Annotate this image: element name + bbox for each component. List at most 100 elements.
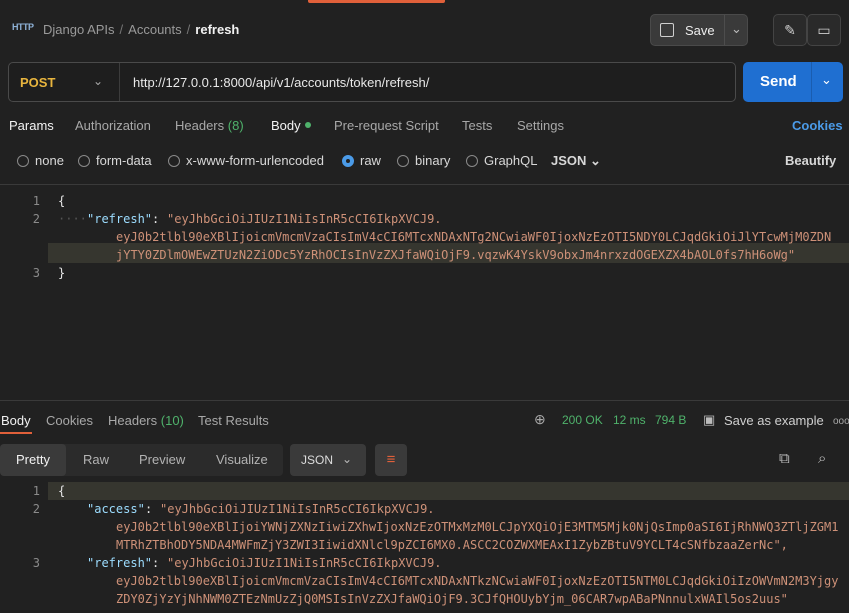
method-select[interactable]: POST (20, 75, 55, 90)
view-preview[interactable]: Preview (139, 452, 185, 467)
radio-circle-selected (342, 155, 354, 167)
tab-body-label: Body (271, 118, 301, 133)
request-tabs: Params Authorization Headers (8) Body Pr… (0, 118, 849, 136)
radio-label: form-data (96, 153, 152, 168)
radio-circle (168, 155, 180, 167)
json-value: eyJ0b2tlbl90eXBlIjoicmVmcmVzaCIsImV4cCI6… (116, 574, 839, 588)
body-indicator-dot (304, 122, 311, 128)
save-icon (660, 23, 674, 37)
radio-none[interactable]: none (17, 153, 64, 168)
chevron-down-icon[interactable]: ⌄ (821, 72, 832, 88)
save-label: Save (685, 23, 715, 38)
view-visualize[interactable]: Visualize (216, 452, 268, 467)
tab-headers-label: Headers (175, 118, 225, 133)
radio-binary[interactable]: binary (397, 153, 450, 168)
request-header: HTTP Django APIs / Accounts / refresh Save ⌄… (0, 8, 849, 52)
comments-button[interactable]: ▭ (807, 14, 841, 46)
breadcrumb-collection[interactable]: Django APIs (43, 22, 115, 37)
http-icon: HTTP (12, 22, 34, 32)
tab-headers[interactable]: Headers (8) (175, 118, 244, 133)
format-dropdown[interactable]: JSON ⌄ (551, 153, 601, 169)
wrap-icon: ≡ (386, 451, 396, 468)
json-value: "eyJhbGciOiJIUzI1NiIsInR5cCI6IkpXVCJ9. (167, 556, 442, 570)
response-size[interactable]: 794 B (655, 413, 686, 427)
json-key: "refresh" (87, 556, 153, 570)
tab-body[interactable]: Body (271, 118, 311, 133)
radio-circle (78, 155, 90, 167)
view-raw[interactable]: Raw (83, 452, 109, 467)
radio-raw[interactable]: raw (342, 153, 381, 168)
response-toolbar: Pretty Raw Preview Visualize JSON ⌄ ≡ ⧉ … (0, 444, 849, 478)
response-headers-count: (10) (160, 413, 184, 428)
send-button[interactable]: Send ⌄ (743, 62, 843, 102)
view-mode-switcher: Pretty Raw Preview Visualize (0, 444, 283, 476)
wrap-lines-button[interactable]: ≡ (375, 444, 407, 476)
tab-response-cookies[interactable]: Cookies (46, 413, 93, 428)
json-value: "eyJhbGciOiJIUzI1NiIsInR5cCI6IkpXVCJ9. (167, 212, 442, 226)
copy-icon[interactable]: ⧉ (779, 450, 790, 467)
url-input[interactable]: http://127.0.0.1:8000/api/v1/accounts/to… (133, 75, 429, 90)
open-brace: { (58, 484, 66, 498)
tab-response-headers-label: Headers (108, 413, 158, 428)
beautify-button[interactable]: Beautify (785, 153, 836, 168)
cookies-link[interactable]: Cookies (792, 118, 843, 133)
radio-label: none (35, 153, 64, 168)
more-options-icon[interactable]: ooo (833, 416, 849, 427)
radio-form-data[interactable]: form-data (78, 153, 152, 168)
tab-authorization[interactable]: Authorization (75, 118, 151, 133)
edit-button[interactable]: ✎ (773, 14, 807, 46)
json-colon: : (145, 502, 160, 516)
tab-response-body[interactable]: Body (1, 413, 31, 428)
chevron-down-icon[interactable]: ⌄ (93, 74, 103, 88)
chevron-down-icon[interactable]: ⌄ (731, 21, 742, 37)
line-number: 3 (32, 266, 40, 280)
line-number: 2 (32, 502, 40, 516)
response-format-dropdown[interactable]: JSON ⌄ (290, 444, 366, 476)
send-label: Send (760, 73, 797, 90)
format-label: JSON (551, 153, 587, 168)
response-time[interactable]: 12 ms (613, 413, 646, 427)
json-value: eyJ0b2tlbl90eXBlIjoicmVmcmVzaCIsImV4cCI6… (116, 230, 832, 244)
body-type-options: none form-data x-www-form-urlencoded raw… (0, 153, 849, 171)
save-button[interactable]: Save ⌄ (650, 14, 748, 46)
tab-params[interactable]: Params (9, 118, 54, 133)
response-body-viewer[interactable]: 1 { 2 "access" : "eyJhbGciOiJIUzI1NiIsIn… (0, 478, 849, 613)
headers-count: (8) (227, 118, 244, 133)
breadcrumb-folder[interactable]: Accounts (128, 22, 181, 37)
close-brace: } (58, 266, 66, 280)
line-number: 1 (32, 484, 40, 498)
open-brace: { (58, 194, 66, 208)
tab-response-headers[interactable]: Headers (10) (108, 413, 184, 428)
save-as-example-button[interactable]: Save as example (724, 413, 824, 428)
radio-label: binary (415, 153, 451, 168)
tab-test-results[interactable]: Test Results (198, 413, 269, 428)
json-value: jYTY0ZDlmOWEwZTUzN2ZiODc5YzRhOCIsInVzZXJ… (116, 248, 796, 262)
response-tab-underline (0, 432, 32, 434)
tab-settings[interactable]: Settings (517, 118, 564, 133)
radio-label: GraphQL (484, 153, 538, 168)
response-format-label: JSON (301, 453, 334, 467)
radio-urlencoded[interactable]: x-www-form-urlencoded (168, 153, 324, 168)
status-code[interactable]: 200 OK (562, 413, 603, 427)
json-value: ZDY0ZjYzYjNhNWM0ZTEzNmUzZjQ0MSIsInVzZXJf… (116, 592, 788, 606)
line-number: 2 (32, 212, 40, 226)
breadcrumb: Django APIs / Accounts / refresh (43, 22, 240, 37)
tab-tests[interactable]: Tests (462, 118, 492, 133)
view-pretty[interactable]: Pretty (16, 452, 50, 467)
breadcrumb-request[interactable]: refresh (195, 22, 239, 37)
chevron-down-icon: ⌄ (590, 153, 601, 168)
search-icon[interactable]: ⌕ (818, 450, 826, 467)
json-value: "eyJhbGciOiJIUzI1NiIsInR5cCI6IkpXVCJ9. (160, 502, 435, 516)
tab-prerequest[interactable]: Pre-request Script (334, 118, 439, 133)
radio-label: x-www-form-urlencoded (186, 153, 324, 168)
radio-graphql[interactable]: GraphQL (466, 153, 537, 168)
json-colon: : (152, 212, 167, 226)
globe-icon[interactable]: ⊕ (534, 411, 546, 428)
active-tab-indicator (308, 0, 445, 3)
json-value: MTRhZTBhODY5NDA4MWFmZjY3ZWI3IiwidXNlcl9p… (116, 538, 788, 552)
comment-icon: ▭ (817, 22, 831, 38)
request-body-editor[interactable]: 1 { 2 ···· "refresh" : "eyJhbGciOiJIUzI1… (0, 189, 849, 399)
radio-circle (397, 155, 409, 167)
line-number: 3 (32, 556, 40, 570)
json-key: "refresh" (87, 212, 153, 226)
